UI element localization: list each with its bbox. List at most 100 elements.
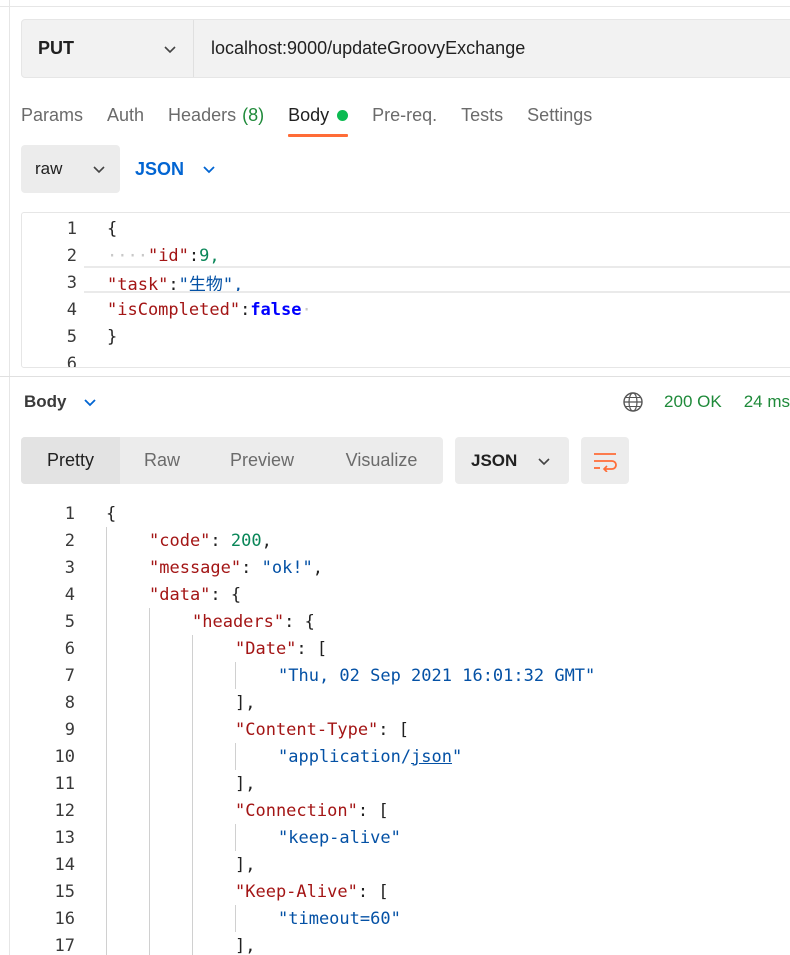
url-bar: PUT localhost:9000/updateGroovyExchange [21, 19, 790, 78]
tab-tests[interactable]: Tests [461, 105, 503, 126]
response-meta: 200 OK 24 ms [622, 391, 790, 413]
punctuation: , [312, 557, 324, 578]
line-number: 11 [54, 773, 75, 794]
request-tabs: Params Auth Headers (8) Body Pre-req. Tes… [21, 100, 616, 137]
tab-pretty[interactable]: Pretty [21, 437, 120, 484]
value-link[interactable]: json [411, 747, 452, 767]
line-number: 17 [54, 935, 75, 955]
value-part: " [452, 746, 463, 767]
tab-prereq[interactable]: Pre-req. [372, 105, 437, 126]
code-text: "Keep-Alive": [ [235, 882, 389, 902]
colon: : [210, 584, 231, 605]
json-value: "keep-alive" [278, 827, 401, 848]
colon: : [378, 719, 399, 740]
chevron-down-icon [93, 166, 105, 174]
tab-body[interactable]: Body [288, 105, 349, 137]
method-label: PUT [38, 38, 74, 58]
globe-icon[interactable] [622, 391, 644, 413]
tab-params[interactable]: Params [21, 105, 83, 126]
punctuation: [ [316, 638, 328, 659]
code-text: { [107, 218, 118, 239]
code-line: 5 } [22, 323, 790, 350]
chevron-down-icon [203, 166, 215, 174]
line-number: 2 [66, 245, 77, 266]
tab-label: Pre-req. [372, 104, 438, 125]
body-mode-select[interactable]: raw [21, 145, 120, 193]
line-number: 13 [54, 827, 75, 848]
tab-auth[interactable]: Auth [107, 105, 144, 126]
line-number: 10 [54, 746, 75, 767]
code-line: 1 { [22, 215, 790, 242]
line-number: 3 [66, 272, 77, 293]
code-line: 10 "application/json" [0, 743, 790, 770]
code-text: "Date": [ [235, 639, 327, 659]
current-line-highlight [84, 266, 790, 293]
code-line: 11 ], [0, 770, 790, 797]
tab-preview[interactable]: Preview [204, 437, 320, 484]
punctuation: [ [398, 719, 410, 740]
json-key: "Content-Type" [235, 719, 379, 740]
wrap-lines-button[interactable] [581, 437, 629, 484]
line-number: 8 [64, 692, 75, 713]
json-key: "code" [149, 530, 211, 551]
chevron-down-icon[interactable] [83, 395, 97, 409]
line-number: 16 [54, 908, 75, 929]
response-time[interactable]: 24 ms [744, 392, 790, 412]
line-number: 1 [64, 503, 75, 524]
body-indicator-dot [337, 109, 349, 121]
line-number: 4 [64, 584, 75, 605]
colon: : [241, 557, 262, 578]
code-line: 8 ], [0, 689, 790, 716]
tab-settings[interactable]: Settings [527, 105, 592, 126]
json-key: "message" [149, 557, 242, 578]
code-text: } [107, 326, 118, 347]
response-view-tabs: Pretty Raw Preview Visualize [21, 437, 443, 484]
colon: : [188, 245, 200, 266]
code-line: 2 "code": 200, [0, 527, 790, 554]
body-format-label: JSON [135, 158, 185, 179]
line-number: 6 [66, 353, 77, 368]
active-tab-underline [288, 133, 349, 137]
method-select[interactable]: PUT [22, 20, 194, 77]
json-value: "timeout=60" [278, 908, 401, 929]
punctuation: { [304, 611, 315, 632]
json-value: "ok!" [261, 557, 313, 578]
response-body-editor[interactable]: 1 { 2 "code": 200, 3 "message": "ok!", 4… [0, 500, 790, 955]
json-value: false [250, 299, 302, 320]
tab-visualize[interactable]: Visualize [320, 437, 443, 484]
chevron-down-icon [164, 45, 176, 53]
code-line: 6 "Date": [ [0, 635, 790, 662]
response-format-select[interactable]: JSON [455, 437, 569, 484]
tab-headers[interactable]: Headers (8) [168, 105, 264, 126]
headers-count: (8) [242, 104, 265, 125]
whitespace-marker: ···· [107, 245, 148, 266]
code-text: { [106, 503, 117, 524]
body-format-select[interactable]: JSON [135, 145, 216, 193]
code-text: "headers": { [192, 612, 315, 632]
json-value: "application/json" [278, 747, 462, 767]
tab-label: Settings [527, 104, 593, 125]
whitespace-marker: · [301, 299, 312, 320]
line-number: 5 [66, 326, 77, 347]
code-line: 5 "headers": { [0, 608, 790, 635]
response-body-label[interactable]: Body [24, 392, 67, 412]
tab-label: Headers [168, 104, 237, 125]
status-code[interactable]: 200 OK [664, 392, 722, 412]
code-text: "data": { [149, 585, 241, 605]
line-number: 1 [66, 218, 77, 239]
line-number: 14 [54, 854, 75, 875]
response-format-label: JSON [471, 450, 518, 470]
code-text: "Content-Type": [ [235, 720, 409, 740]
code-line: 17 ], [0, 932, 790, 955]
json-key: "headers" [192, 611, 285, 632]
response-header: Body 200 OK 24 ms [24, 388, 790, 416]
tab-label: Params [21, 104, 84, 125]
url-input[interactable]: localhost:9000/updateGroovyExchange [194, 38, 525, 59]
code-line: 3 "message": "ok!", [0, 554, 790, 581]
code-text: ], [235, 692, 256, 713]
code-text: ····"id":9, [107, 246, 220, 266]
line-number: 15 [54, 881, 75, 902]
tab-raw[interactable]: Raw [120, 437, 204, 484]
json-key: "Connection" [235, 800, 358, 821]
json-value: 9, [199, 245, 220, 266]
